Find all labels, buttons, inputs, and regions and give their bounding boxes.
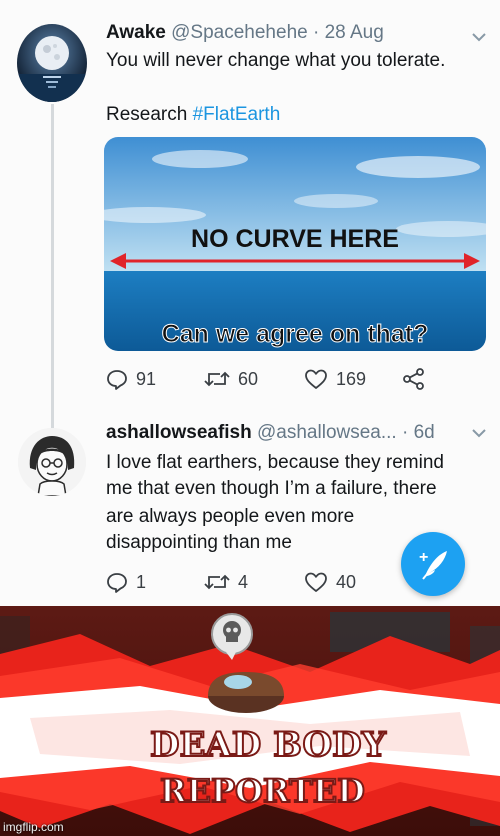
thread-connector: [51, 104, 54, 430]
tweet1-text-line2: Research #FlatEarth: [106, 102, 280, 128]
hashtag-link[interactable]: #FlatEarth: [193, 104, 281, 125]
share-icon: [403, 368, 424, 390]
tweet1-reply-count: 91: [136, 368, 157, 389]
tweet1-separator: ·: [312, 22, 320, 43]
tweet-thread: Awake @Spacehehehe · 28 Aug You will nev…: [0, 0, 500, 606]
tweet1-author-handle[interactable]: @Spacehehehe: [171, 22, 308, 43]
tweet2-retweet-count: 4: [238, 571, 249, 592]
tweet2-separator: ·: [402, 422, 409, 443]
tweet2-text-line4: disappointing than me: [106, 532, 292, 553]
meme-line2: REPORTED: [160, 772, 365, 810]
tweet1-like-button[interactable]: 169: [304, 368, 366, 390]
reply-icon: [107, 573, 127, 593]
svg-text:+: +: [419, 549, 428, 566]
tweet1-text-line1: You will never change what you tolerate.: [106, 50, 446, 71]
tweet2-like-button[interactable]: 40: [304, 571, 356, 593]
tweet1-header: Awake @Spacehehehe · 28 Aug: [106, 22, 384, 44]
awake-avatar[interactable]: [17, 24, 87, 102]
tweet1-author-name[interactable]: Awake: [106, 22, 166, 43]
retweet-icon: [204, 574, 230, 590]
tweet2-text-line3: are always people even more: [106, 506, 355, 527]
chevron-down-icon[interactable]: [472, 428, 486, 438]
tweet2-reply-button[interactable]: 1: [106, 571, 146, 593]
dead-body-reported-image: DEAD BODY REPORTED imgflip.com: [0, 606, 500, 836]
compose-tweet-button[interactable]: +: [401, 532, 465, 596]
ashallowseafish-avatar[interactable]: [18, 428, 86, 496]
tweet2-text-line1: I love flat earthers, because they remin…: [106, 452, 444, 473]
imgflip-watermark: imgflip.com: [3, 820, 64, 834]
tweet1-image[interactable]: NO CURVE HERE Can we agree on that?: [104, 137, 486, 351]
tweet1-like-count: 169: [336, 368, 367, 389]
tweet2-header: ashallowseafish @ashallowsea... · 6d: [106, 422, 435, 444]
tweet2-like-count: 40: [336, 571, 357, 592]
tweet2-reply-count: 1: [136, 571, 147, 592]
tweet1-text-prefix: Research: [106, 104, 193, 125]
image-caption-top: NO CURVE HERE: [191, 225, 399, 253]
tweet1-retweet-count: 60: [238, 368, 259, 389]
reply-icon: [107, 370, 127, 390]
like-icon: [305, 572, 327, 592]
tweet2-date[interactable]: 6d: [414, 422, 435, 443]
compose-icon: +: [419, 549, 447, 580]
chevron-down-icon[interactable]: [472, 32, 486, 42]
tweet1-retweet-button[interactable]: 60: [204, 368, 258, 390]
tweet1-share-button[interactable]: [402, 368, 426, 390]
like-icon: [305, 369, 327, 389]
retweet-icon: [204, 371, 230, 387]
tweet2-author-name[interactable]: ashallowseafish: [106, 422, 252, 443]
tweet1-reply-button[interactable]: 91: [106, 368, 156, 390]
image-caption-bottom: Can we agree on that?: [162, 320, 429, 348]
tweet2-author-handle[interactable]: @ashallowsea...: [257, 422, 397, 443]
meme-line1: DEAD BODY: [150, 725, 387, 765]
tweet1-date[interactable]: 28 Aug: [325, 22, 384, 43]
tweet2-text-line2: me that even though I’m a failure, there: [106, 478, 437, 499]
tweet2-retweet-button[interactable]: 4: [204, 571, 248, 593]
